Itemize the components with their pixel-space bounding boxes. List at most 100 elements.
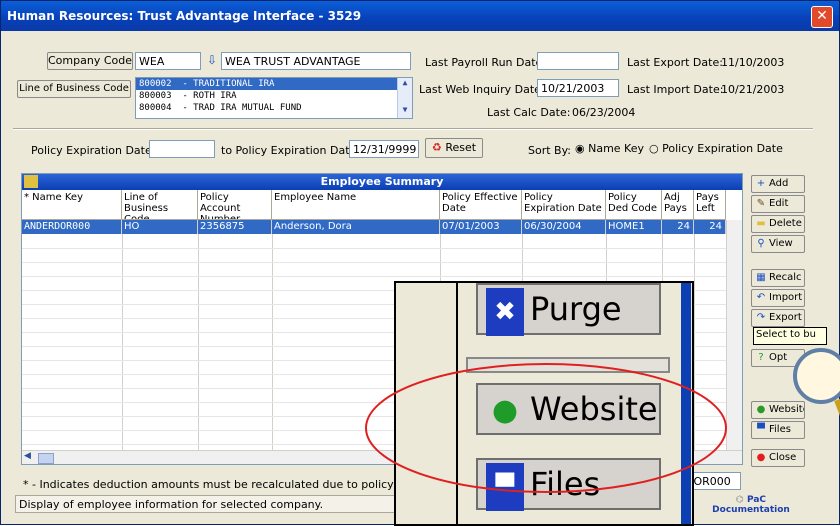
table-cell: 2356875 (198, 220, 272, 234)
status-bar: Display of employee information for sele… (15, 495, 395, 513)
floppy-icon: ▀ (757, 424, 765, 435)
reset-button[interactable]: ♻ Reset (425, 138, 483, 158)
last-export-label: Last Export Date: (627, 56, 723, 69)
company-code-button[interactable]: Company Code (47, 52, 133, 70)
pac-documentation-label: PaC Documentation (712, 495, 790, 515)
policy-expiration-to-field[interactable]: 12/31/9999 (349, 140, 419, 158)
export-label: Export (769, 312, 802, 323)
sort-name-key-radio[interactable]: ◉ Name Key (575, 142, 644, 155)
lob-list-item[interactable]: 800004 - TRAD IRA MUTUAL FUND (136, 102, 412, 114)
scroll-thumb[interactable] (38, 453, 54, 464)
last-payroll-field (537, 52, 619, 70)
company-dropdown-icon[interactable]: ⇩ (205, 53, 219, 69)
zoom-purge-label: Purge (530, 290, 622, 328)
policy-expiration-from-field[interactable] (149, 140, 215, 158)
company-name-field: WEA TRUST ADVANTAGE (221, 52, 411, 70)
magnifier-icon: ⚲ (757, 238, 765, 249)
column-header[interactable]: Pays Left (694, 190, 726, 220)
import-label: Import (769, 292, 803, 303)
line-of-business-button[interactable]: Line of Business Code (17, 80, 131, 98)
pencil-icon: ✎ (756, 198, 766, 209)
lob-list-item[interactable]: 800002 - TRADITIONAL IRA (136, 78, 412, 90)
export-button[interactable]: ↷ Export (751, 309, 805, 327)
table-cell: 07/01/2003 (440, 220, 522, 234)
close-window-button[interactable]: ✕ (811, 6, 833, 28)
last-web-field: 10/21/2003 (537, 79, 619, 97)
table-cell: HOME1 (606, 220, 662, 234)
table-cell: ANDERDOR000 (22, 220, 122, 234)
plus-icon: + (756, 178, 766, 189)
last-payroll-label: Last Payroll Run Date: (425, 56, 547, 69)
lob-scrollbar[interactable]: ▲ ▼ (397, 78, 412, 118)
import-arrow-icon: ↶ (756, 292, 766, 303)
close-label: Close (769, 452, 797, 463)
close-button[interactable]: ● Close (751, 449, 805, 467)
to-policy-expiration-label: to Policy Expiration Date: (221, 144, 361, 157)
export-arrow-icon: ↷ (756, 312, 766, 323)
grid-row-line (22, 276, 726, 277)
app-window: Human Resources: Trust Advantage Interfa… (0, 0, 840, 526)
grid-column-line (198, 234, 199, 450)
radio-selected-icon: ◉ (575, 142, 585, 155)
calculator-icon: ▦ (756, 272, 766, 283)
grid-icon (24, 175, 38, 188)
edit-button[interactable]: ✎ Edit (751, 195, 805, 213)
column-header[interactable]: Line of Business Code (122, 190, 198, 220)
recalc-button[interactable]: ▦ Recalc (751, 269, 805, 287)
window-title: Human Resources: Trust Advantage Interfa… (7, 9, 362, 23)
title-bar: Human Resources: Trust Advantage Interfa… (1, 1, 839, 31)
sort-expiration-radio[interactable]: ○ Policy Expiration Date (649, 142, 783, 155)
lob-list-item[interactable]: 800003 - ROTH IRA (136, 90, 412, 102)
grid-column-line (272, 234, 273, 450)
column-header[interactable]: * Name Key (22, 190, 122, 220)
column-header[interactable]: Policy Expiration Date (522, 190, 606, 220)
pac-documentation-link[interactable]: ⌬ PaC Documentation (701, 495, 801, 519)
table-cell: HO (122, 220, 198, 234)
import-button[interactable]: ↶ Import (751, 289, 805, 307)
column-header[interactable]: Policy Effective Date (440, 190, 522, 220)
globe-icon: ● (756, 404, 766, 415)
eraser-icon: ▬ (756, 218, 766, 229)
add-button[interactable]: + Add (751, 175, 805, 193)
last-calc-label: Last Calc Date: (487, 106, 571, 119)
column-header[interactable]: Employee Name (272, 190, 440, 220)
view-label: View (769, 238, 793, 249)
sort-by-label: Sort By: (528, 144, 572, 157)
view-button[interactable]: ⚲ View (751, 235, 805, 253)
column-header[interactable]: Policy Account Number (198, 190, 272, 220)
last-calc-value: 06/23/2004 (572, 106, 636, 119)
radio-empty-icon: ○ (649, 142, 659, 155)
files-label: Files (769, 424, 791, 435)
grid-row-line (22, 248, 726, 249)
column-header[interactable]: Policy Ded Code (606, 190, 662, 220)
grid-title-bar: Employee Summary (22, 174, 742, 190)
last-export-value: 11/10/2003 (721, 56, 785, 69)
scroll-up-icon[interactable]: ▲ (398, 78, 412, 91)
recalc-label: Recalc (769, 272, 802, 283)
zoom-purge-button[interactable]: ✖ Purge (476, 283, 661, 336)
delete-label: Delete (769, 218, 802, 229)
table-row[interactable]: ANDERDOR000 HO 2356875 Anderson, Dora 07/01/… (22, 220, 726, 234)
line-of-business-list[interactable]: 800002 - TRADITIONAL IRA 800003 - ROTH IR… (135, 77, 413, 119)
scroll-left-icon[interactable]: ◀ (24, 451, 31, 461)
scroll-down-icon[interactable]: ▼ (398, 105, 412, 118)
callout-ellipse (365, 363, 727, 493)
book-icon: ⌬ (735, 495, 744, 505)
grid-title: Employee Summary (320, 175, 444, 188)
company-code-field[interactable]: WEA (135, 52, 201, 70)
question-icon: ? (758, 352, 764, 363)
reset-label: Reset (445, 141, 477, 154)
table-cell: 24 (662, 220, 694, 234)
sort-expiration-label: Policy Expiration Date (662, 142, 783, 155)
last-import-label: Last Import Date: (627, 83, 724, 96)
table-cell: Anderson, Dora (272, 220, 440, 234)
sort-name-key-label: Name Key (588, 142, 645, 155)
opt-label: Opt (769, 352, 788, 363)
column-header[interactable]: Adj Pays (662, 190, 694, 220)
reset-icon: ♻ (431, 141, 442, 154)
red-dot-icon: ● (756, 452, 766, 463)
table-cell: 06/30/2004 (522, 220, 606, 234)
grid-column-line (122, 234, 123, 450)
delete-button[interactable]: ▬ Delete (751, 215, 805, 233)
last-web-label: Last Web Inquiry Date: (419, 83, 545, 96)
